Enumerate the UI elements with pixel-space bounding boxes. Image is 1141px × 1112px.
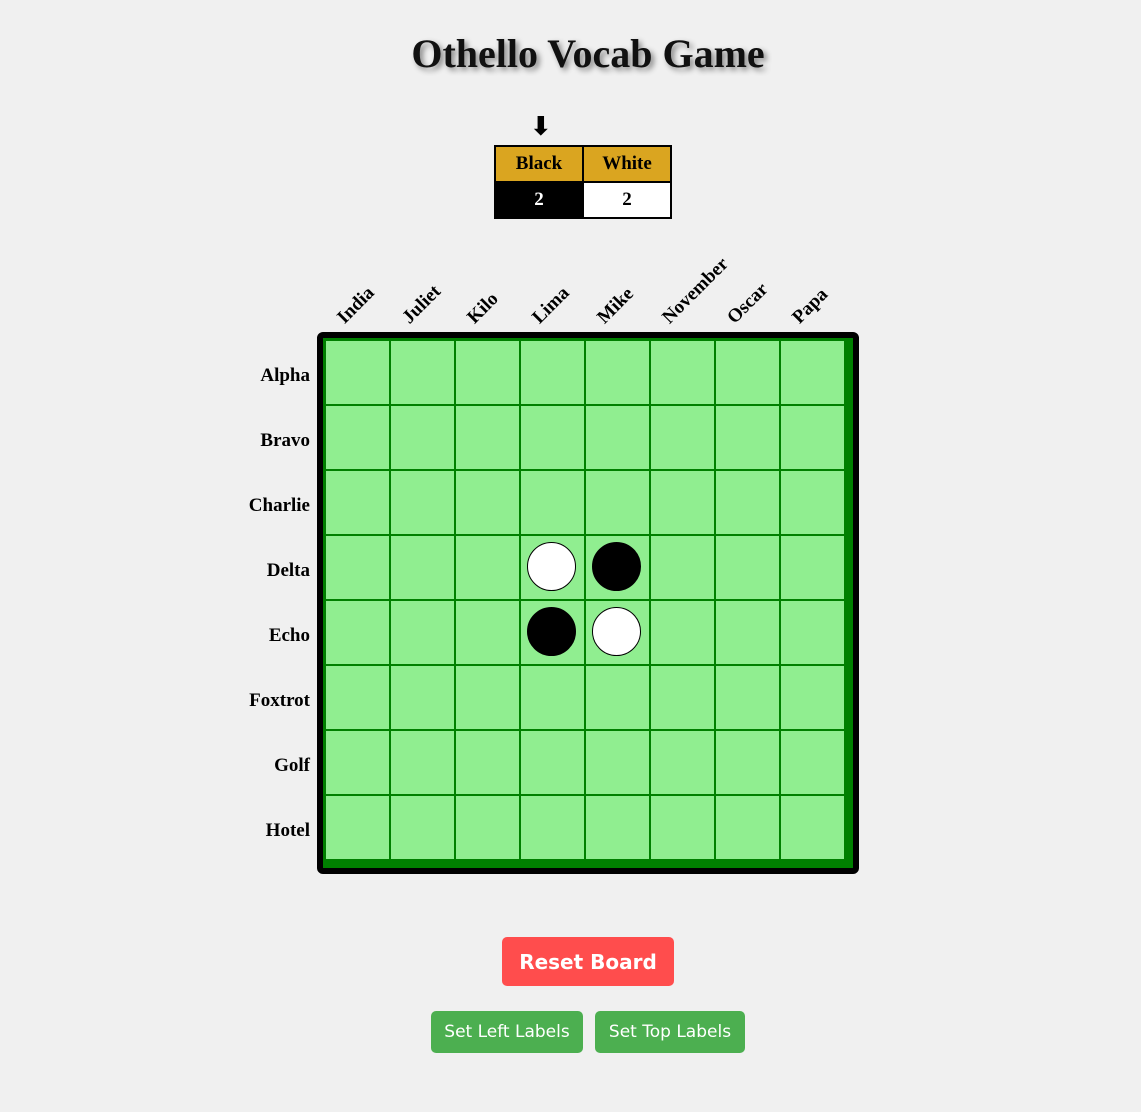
row-label: Hotel bbox=[265, 820, 310, 841]
board-cell[interactable] bbox=[586, 731, 649, 794]
board-cell[interactable] bbox=[456, 601, 519, 664]
page-title: Othello Vocab Game bbox=[411, 31, 765, 76]
board-cell[interactable] bbox=[716, 731, 779, 794]
board-cell[interactable] bbox=[521, 536, 584, 599]
board-grid bbox=[326, 341, 844, 859]
board-cell[interactable] bbox=[651, 796, 714, 859]
board-cell[interactable] bbox=[521, 666, 584, 729]
column-label: Juliet bbox=[398, 281, 446, 328]
row-label: Golf bbox=[274, 755, 310, 776]
board-cell[interactable] bbox=[586, 666, 649, 729]
board-cell[interactable] bbox=[391, 341, 454, 404]
black-score-header: Black bbox=[494, 145, 584, 183]
board-cell[interactable] bbox=[651, 601, 714, 664]
board-cell[interactable] bbox=[391, 471, 454, 534]
row-label: Delta bbox=[266, 560, 310, 581]
row-label: Charlie bbox=[248, 495, 310, 516]
board-cell[interactable] bbox=[781, 796, 844, 859]
board-cell[interactable] bbox=[326, 406, 389, 469]
board-cell[interactable] bbox=[781, 341, 844, 404]
board-cell[interactable] bbox=[391, 796, 454, 859]
reset-board-button[interactable]: Reset Board bbox=[502, 937, 674, 986]
black-disc bbox=[527, 607, 576, 656]
board-cell[interactable] bbox=[326, 536, 389, 599]
board-cell[interactable] bbox=[651, 666, 714, 729]
board-cell[interactable] bbox=[781, 666, 844, 729]
score-table: Black White 2 2 bbox=[494, 145, 672, 219]
board-cell[interactable] bbox=[651, 731, 714, 794]
board-cell[interactable] bbox=[586, 601, 649, 664]
board-cell[interactable] bbox=[391, 406, 454, 469]
board-cell[interactable] bbox=[586, 471, 649, 534]
board-cell[interactable] bbox=[586, 796, 649, 859]
row-label: Bravo bbox=[260, 430, 310, 451]
board-cell[interactable] bbox=[456, 341, 519, 404]
board-cell[interactable] bbox=[391, 666, 454, 729]
board-cell[interactable] bbox=[326, 796, 389, 859]
column-label: India bbox=[333, 282, 379, 328]
column-label: Mike bbox=[593, 283, 638, 328]
board-cell[interactable] bbox=[456, 666, 519, 729]
white-score-value: 2 bbox=[582, 181, 672, 219]
turn-indicator-arrow-icon: ⬇ bbox=[530, 112, 552, 142]
board-cell[interactable] bbox=[716, 341, 779, 404]
board-cell[interactable] bbox=[781, 731, 844, 794]
board-cell[interactable] bbox=[326, 341, 389, 404]
board-cell[interactable] bbox=[781, 601, 844, 664]
board-cell[interactable] bbox=[456, 796, 519, 859]
board-cell[interactable] bbox=[716, 666, 779, 729]
row-label: Alpha bbox=[260, 365, 310, 386]
column-label: Papa bbox=[788, 284, 833, 328]
set-top-labels-button[interactable]: Set Top Labels bbox=[595, 1011, 745, 1053]
board-cell[interactable] bbox=[586, 406, 649, 469]
board-cell[interactable] bbox=[456, 731, 519, 794]
board-cell[interactable] bbox=[521, 406, 584, 469]
board-cell[interactable] bbox=[651, 341, 714, 404]
column-label: Oscar bbox=[723, 278, 773, 328]
board-cell[interactable] bbox=[781, 536, 844, 599]
white-score-header: White bbox=[582, 145, 672, 183]
board-cell[interactable] bbox=[391, 536, 454, 599]
board-cell[interactable] bbox=[781, 471, 844, 534]
board-cell[interactable] bbox=[521, 471, 584, 534]
board-cell[interactable] bbox=[716, 536, 779, 599]
board-cell[interactable] bbox=[456, 406, 519, 469]
column-label: Lima bbox=[528, 282, 574, 328]
set-left-labels-button[interactable]: Set Left Labels bbox=[431, 1011, 583, 1053]
board-cell[interactable] bbox=[456, 471, 519, 534]
column-label: November bbox=[658, 253, 733, 328]
board-cell[interactable] bbox=[521, 341, 584, 404]
column-label: Kilo bbox=[463, 288, 503, 328]
board-cell[interactable] bbox=[521, 601, 584, 664]
board-cell[interactable] bbox=[521, 731, 584, 794]
board-cell[interactable] bbox=[521, 796, 584, 859]
board-cell[interactable] bbox=[326, 731, 389, 794]
white-disc bbox=[592, 607, 641, 656]
board-cell[interactable] bbox=[651, 536, 714, 599]
white-disc bbox=[527, 542, 576, 591]
board-cell[interactable] bbox=[716, 796, 779, 859]
board-cell[interactable] bbox=[716, 471, 779, 534]
othello-board bbox=[317, 332, 859, 874]
black-disc bbox=[592, 542, 641, 591]
board-cell[interactable] bbox=[586, 341, 649, 404]
board-cell[interactable] bbox=[391, 731, 454, 794]
board-cell[interactable] bbox=[716, 406, 779, 469]
board-cell[interactable] bbox=[326, 601, 389, 664]
board-cell[interactable] bbox=[391, 601, 454, 664]
board-cell[interactable] bbox=[781, 406, 844, 469]
black-score-value: 2 bbox=[494, 181, 584, 219]
board-cell[interactable] bbox=[586, 536, 649, 599]
row-label: Echo bbox=[268, 625, 310, 646]
board-cell[interactable] bbox=[716, 601, 779, 664]
board-cell[interactable] bbox=[651, 471, 714, 534]
board-cell[interactable] bbox=[326, 471, 389, 534]
row-label: Foxtrot bbox=[249, 690, 310, 711]
board-cell[interactable] bbox=[326, 666, 389, 729]
board-cell[interactable] bbox=[456, 536, 519, 599]
board-cell[interactable] bbox=[651, 406, 714, 469]
